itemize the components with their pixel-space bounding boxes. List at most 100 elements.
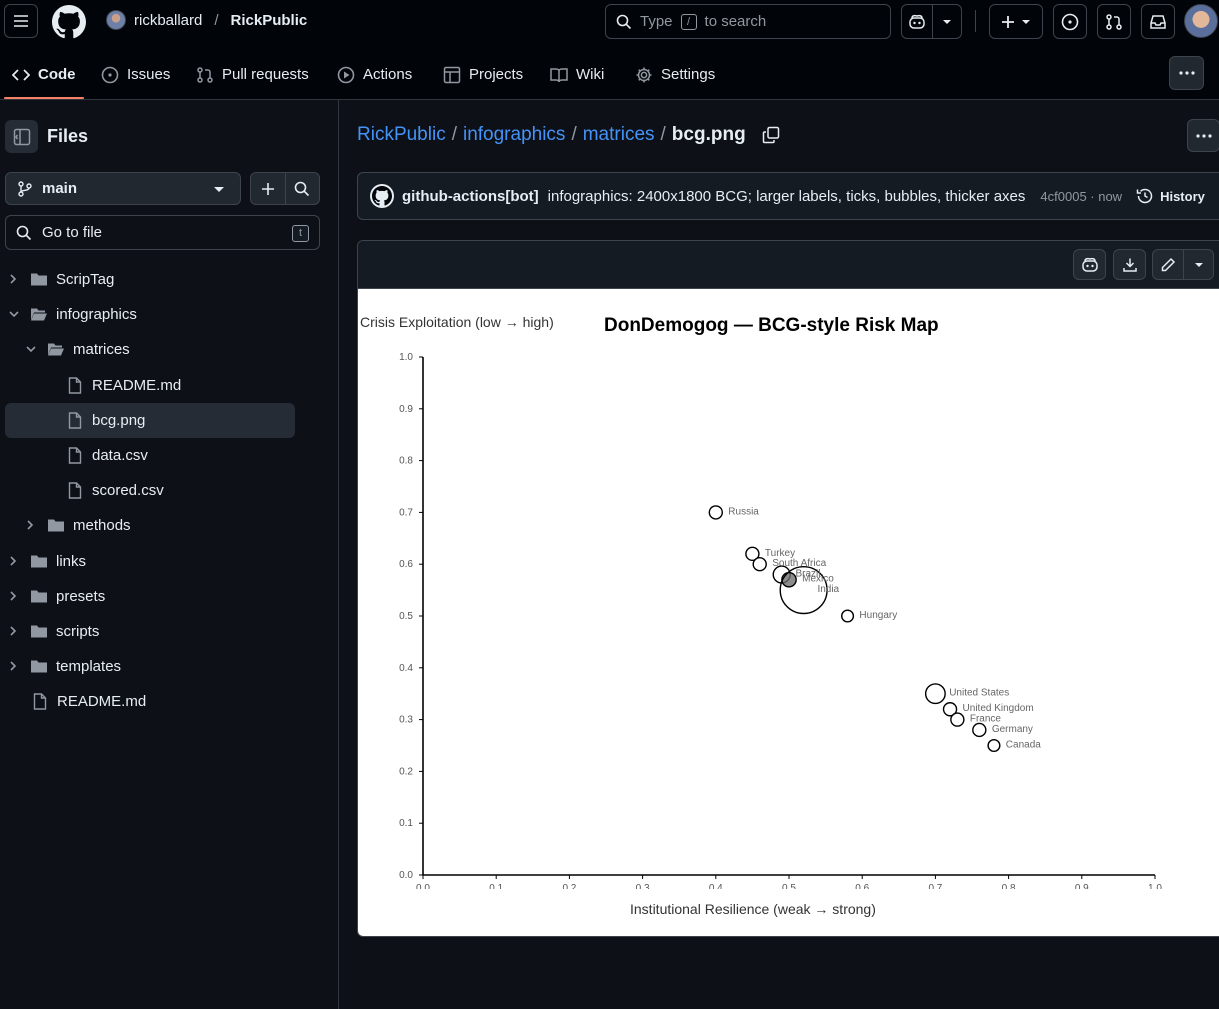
tree-folder-item[interactable]: links bbox=[5, 544, 295, 579]
y-tick-label: 0.3 bbox=[399, 715, 413, 726]
hamburger-menu-button[interactable] bbox=[4, 4, 38, 38]
chevron-right-icon[interactable] bbox=[26, 520, 36, 530]
chevron-right-icon[interactable] bbox=[9, 556, 19, 566]
tree-file-item[interactable]: bcg.png bbox=[5, 402, 295, 438]
kebab-horizontal-icon bbox=[1178, 71, 1195, 75]
chevron-down-icon[interactable] bbox=[1184, 262, 1213, 268]
commit-sha-time[interactable]: 4cf0005 · now bbox=[1040, 189, 1122, 204]
user-avatar[interactable] bbox=[1184, 4, 1218, 38]
breadcrumb-folder-link[interactable]: infographics bbox=[463, 124, 565, 146]
x-tick-label: 0.2 bbox=[562, 883, 576, 889]
kebab-horizontal-icon bbox=[1195, 133, 1212, 138]
branch-name: main bbox=[42, 180, 78, 197]
github-logo-icon[interactable] bbox=[52, 5, 86, 39]
folder-open-icon bbox=[47, 341, 65, 357]
data-point-label: Hungary bbox=[859, 610, 897, 621]
tree-file-item[interactable]: README.md bbox=[5, 368, 295, 403]
repo-link[interactable]: RickPublic bbox=[231, 12, 308, 29]
chevron-down-icon[interactable] bbox=[26, 345, 36, 355]
owner-link[interactable]: rickballard bbox=[134, 12, 202, 29]
tab-issues[interactable]: Issues bbox=[101, 52, 170, 97]
copy-path-button[interactable] bbox=[762, 126, 780, 144]
tree-folder-item[interactable]: matrices bbox=[5, 332, 295, 367]
tab-actions[interactable]: Actions bbox=[337, 52, 412, 97]
chevron-right-icon[interactable] bbox=[9, 661, 19, 671]
data-point bbox=[708, 505, 723, 520]
tree-folder-item[interactable]: ScripTag bbox=[5, 262, 295, 297]
file-more-button[interactable] bbox=[1187, 119, 1219, 152]
folder-icon bbox=[30, 588, 48, 604]
tree-file-item[interactable]: README.md bbox=[5, 684, 295, 719]
tree-file-item[interactable]: data.csv bbox=[5, 438, 295, 473]
tree-folder-item[interactable]: templates bbox=[5, 649, 295, 684]
tab-wiki[interactable]: Wiki bbox=[550, 52, 604, 97]
y-tick-label: 0.0 bbox=[399, 870, 413, 881]
tree-folder-item[interactable]: methods bbox=[5, 508, 295, 543]
search-files-button[interactable] bbox=[284, 173, 320, 204]
issues-button[interactable] bbox=[1053, 4, 1087, 39]
tab-pull-requests[interactable]: Pull requests bbox=[196, 52, 309, 97]
chevron-down-icon[interactable] bbox=[9, 310, 19, 320]
tree-item-label: presets bbox=[56, 587, 106, 605]
inbox-button[interactable] bbox=[1141, 4, 1175, 39]
search-input[interactable]: Type / to search bbox=[605, 4, 891, 39]
owner-avatar bbox=[106, 10, 126, 30]
download-button[interactable] bbox=[1113, 249, 1146, 280]
y-tick-label: 0.7 bbox=[399, 507, 413, 518]
data-point bbox=[972, 722, 987, 738]
data-point-label: Turkey bbox=[765, 548, 795, 559]
chevron-down-icon bbox=[1022, 19, 1030, 24]
copilot-icon[interactable] bbox=[902, 5, 934, 38]
pencil-icon[interactable] bbox=[1153, 250, 1184, 279]
tree-folder-item[interactable]: infographics bbox=[5, 297, 295, 332]
create-new-button[interactable] bbox=[989, 4, 1043, 39]
search-icon bbox=[294, 181, 310, 196]
file-icon bbox=[68, 482, 82, 499]
file-icon bbox=[68, 447, 82, 464]
history-icon bbox=[1136, 188, 1153, 204]
breadcrumb-folder-link[interactable]: matrices bbox=[583, 124, 655, 146]
tree-folder-item[interactable]: scripts bbox=[5, 614, 295, 649]
y-tick-label: 0.5 bbox=[399, 611, 413, 622]
branch-selector[interactable]: main bbox=[5, 172, 241, 205]
pull-requests-button[interactable] bbox=[1097, 4, 1131, 39]
tab-actions-label: Actions bbox=[363, 66, 413, 83]
chevron-down-icon bbox=[214, 187, 224, 192]
commit-author-link[interactable]: github-actions[bot] bbox=[402, 188, 539, 205]
tab-code[interactable]: Code bbox=[12, 52, 76, 97]
data-point bbox=[987, 738, 1001, 753]
tab-wiki-label: Wiki bbox=[576, 66, 605, 83]
tree-item-label: templates bbox=[56, 658, 122, 676]
repo-more-button[interactable] bbox=[1169, 56, 1204, 90]
go-to-file-input[interactable]: Go to file t bbox=[5, 215, 320, 250]
add-file-button[interactable] bbox=[251, 173, 285, 204]
file-icon bbox=[68, 376, 82, 394]
tree-folder-item[interactable]: presets bbox=[5, 579, 295, 614]
tab-settings[interactable]: Settings bbox=[635, 52, 715, 97]
tab-issues-label: Issues bbox=[127, 66, 171, 83]
y-tick-label: 0.2 bbox=[399, 766, 413, 777]
chevron-down-icon[interactable] bbox=[933, 19, 961, 25]
file-icon bbox=[68, 412, 82, 429]
chevron-right-icon[interactable] bbox=[9, 274, 19, 284]
chevron-right-icon[interactable] bbox=[9, 626, 19, 636]
copilot-ask-button[interactable] bbox=[1073, 249, 1106, 280]
x-tick-label: 0.4 bbox=[709, 883, 723, 889]
copilot-button-group[interactable] bbox=[901, 4, 962, 39]
edit-button-group[interactable] bbox=[1152, 249, 1214, 280]
data-point bbox=[781, 571, 797, 588]
tree-file-item[interactable]: scored.csv bbox=[5, 473, 295, 508]
go-to-file-placeholder: Go to file bbox=[42, 224, 103, 241]
search-icon bbox=[616, 14, 632, 29]
tab-projects[interactable]: Projects bbox=[443, 52, 523, 97]
breadcrumb-repo-link[interactable]: RickPublic bbox=[357, 124, 446, 146]
folder-open-icon bbox=[30, 306, 48, 322]
tree-item-label: scored.csv bbox=[92, 482, 164, 500]
collapse-sidebar-button[interactable] bbox=[5, 120, 38, 153]
y-tick-label: 1.0 bbox=[399, 352, 413, 363]
history-button[interactable]: History bbox=[1136, 187, 1205, 205]
chevron-right-icon[interactable] bbox=[9, 591, 19, 601]
commit-message-link[interactable]: infographics: 2400x1800 BCG; larger labe… bbox=[548, 188, 1026, 205]
x-tick-label: 1.0 bbox=[1148, 883, 1162, 889]
plus-icon bbox=[261, 182, 274, 195]
